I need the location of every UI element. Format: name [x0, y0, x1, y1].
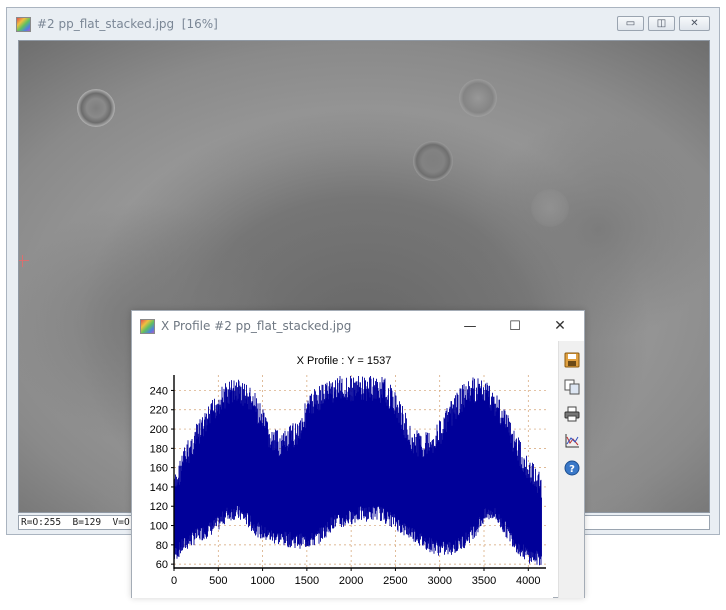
x-profile-window[interactable]: X Profile #2 pp_flat_stacked.jpg — ☐ ✕ 6…	[131, 310, 585, 598]
x-tick-label: 0	[171, 575, 177, 587]
imagej-app-icon	[16, 16, 31, 32]
help-icon[interactable]: ?	[563, 459, 581, 477]
chart-settings-icon[interactable]	[563, 432, 581, 450]
minimize-icon: —	[463, 318, 477, 334]
image-window-title: #2 pp_flat_stacked.jpg [16%]	[37, 17, 218, 31]
svg-text:?: ?	[569, 464, 575, 475]
minimize-button[interactable]: ▭	[617, 16, 644, 31]
x-tick-label: 2500	[383, 575, 407, 587]
save-icon[interactable]	[563, 351, 581, 369]
profile-plot[interactable]: 60 80 100 120 140 160 180 200 220 240 0 500 1000 1500…	[132, 341, 553, 598]
y-tick-label: 220	[150, 405, 168, 417]
y-tick-label: 140	[150, 482, 168, 494]
y-tick-label: 80	[156, 540, 168, 552]
profile-chart: 60 80 100 120 140 160 180 200 220 240 0 500 1000 1500…	[150, 355, 546, 587]
dust-ring	[77, 89, 115, 127]
dust-ring	[413, 141, 453, 181]
y-tick-label: 180	[150, 443, 168, 455]
close-button[interactable]: ✕	[679, 16, 710, 31]
x-tick-label: 4000	[516, 575, 540, 587]
maximize-icon: ☐	[509, 318, 521, 334]
dust-ring	[531, 189, 569, 227]
dust-ring	[459, 79, 497, 117]
y-tick-label: 160	[150, 463, 168, 475]
y-tick-label: 200	[150, 424, 168, 436]
close-icon: ✕	[554, 318, 566, 334]
x-tick-label: 3500	[472, 575, 496, 587]
line-selection-marker[interactable]	[19, 255, 29, 267]
x-tick-label: 2000	[339, 575, 363, 587]
profile-maximize-button[interactable]: ☐	[505, 317, 525, 335]
copy-icon[interactable]	[563, 378, 581, 396]
image-window-titlebar[interactable]: #2 pp_flat_stacked.jpg [16%] ▭ ◫ ✕	[7, 8, 719, 40]
y-tick-label: 100	[150, 521, 168, 533]
profile-window-title: X Profile #2 pp_flat_stacked.jpg	[161, 319, 352, 333]
plot-toolbar: ?	[558, 341, 584, 598]
y-tick-label: 60	[156, 559, 168, 571]
x-tick-label: 500	[209, 575, 227, 587]
minimize-icon: ▭	[625, 17, 636, 29]
y-tick-label: 120	[150, 501, 168, 513]
restore-button[interactable]: ◫	[648, 16, 675, 31]
print-icon[interactable]	[563, 405, 581, 423]
profile-minimize-button[interactable]: —	[460, 317, 480, 335]
profile-close-button[interactable]: ✕	[550, 317, 570, 335]
x-tick-label: 1500	[295, 575, 319, 587]
profile-series	[173, 376, 542, 566]
imagej-app-icon	[140, 318, 155, 334]
x-tick-label: 1000	[250, 575, 274, 587]
x-tick-label: 3000	[427, 575, 451, 587]
close-icon: ✕	[690, 17, 699, 29]
y-tick-label: 240	[150, 385, 168, 397]
chart-title: X Profile : Y = 1537	[297, 355, 392, 367]
restore-icon: ◫	[656, 17, 667, 29]
